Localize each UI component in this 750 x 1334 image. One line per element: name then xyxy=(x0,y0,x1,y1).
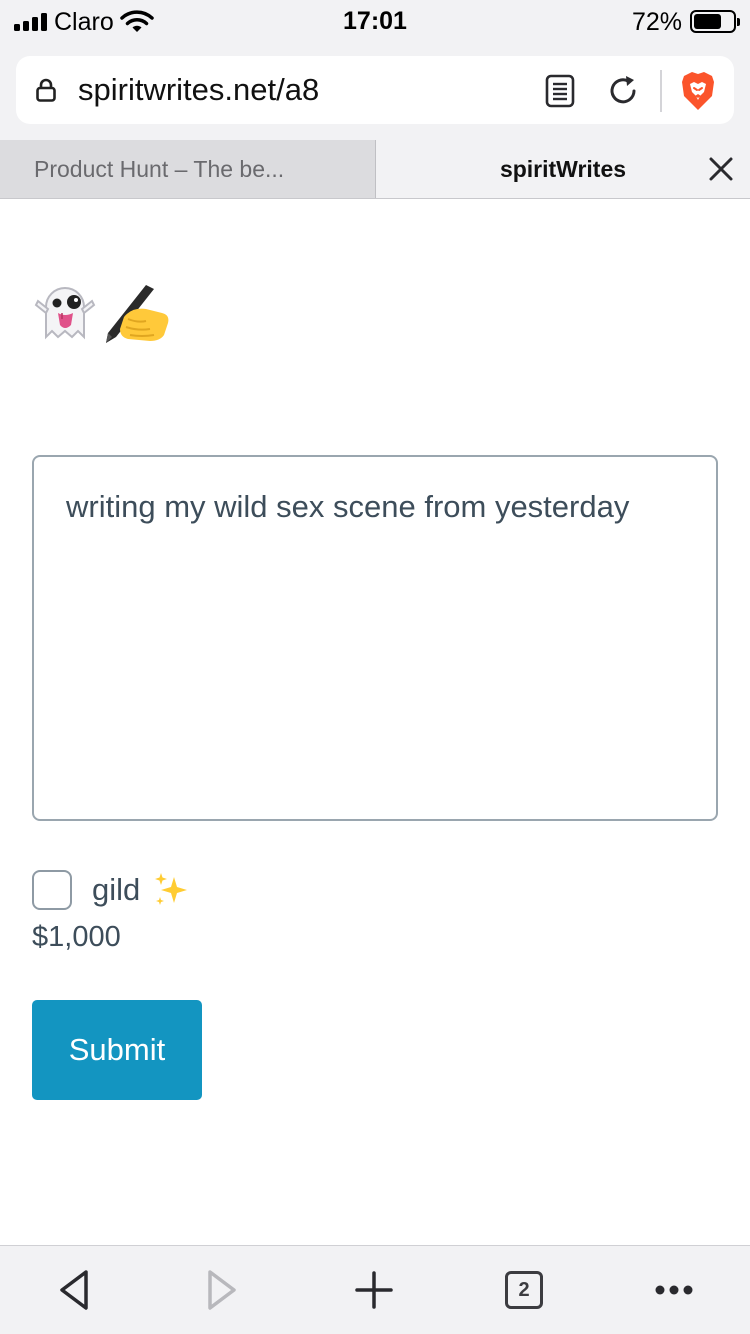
gild-label[interactable]: gild xyxy=(92,872,140,908)
brave-shields-icon[interactable] xyxy=(678,70,718,112)
lock-icon xyxy=(36,78,56,102)
battery-percentage: 72% xyxy=(631,8,682,36)
submit-button[interactable]: Submit xyxy=(32,1000,202,1100)
more-icon xyxy=(655,1285,693,1295)
divider xyxy=(660,70,662,112)
close-tab-icon[interactable] xyxy=(708,156,734,182)
new-tab-button[interactable] xyxy=(352,1268,396,1312)
page-content: writing my wild sex scene from yesterday… xyxy=(0,199,750,1245)
more-button[interactable] xyxy=(652,1268,696,1312)
writing-textarea[interactable]: writing my wild sex scene from yesterday xyxy=(32,455,718,821)
reader-mode-icon[interactable] xyxy=(544,74,576,108)
url-text[interactable]: spiritwrites.net/a8 xyxy=(78,72,319,108)
browser-chrome: spiritwrites.net/a8 xyxy=(0,44,750,140)
new-tab-icon xyxy=(355,1271,393,1309)
tab-strip: Product Hunt – The be... spiritWrites xyxy=(0,140,750,199)
writing-hand-emoji xyxy=(106,285,169,343)
gild-price: $1,000 xyxy=(32,921,121,953)
bottom-toolbar: 2 xyxy=(0,1245,750,1334)
sparkles-icon xyxy=(155,873,188,905)
back-icon xyxy=(60,1270,88,1310)
back-button[interactable] xyxy=(52,1268,96,1312)
gild-option: gild xyxy=(32,869,190,911)
tab-spiritwrites[interactable]: spiritWrites xyxy=(376,140,750,198)
tabs-button[interactable]: 2 xyxy=(502,1268,546,1312)
gild-checkbox[interactable] xyxy=(32,870,72,910)
forward-button[interactable] xyxy=(200,1268,244,1312)
forward-icon xyxy=(208,1270,236,1310)
tab-product-hunt[interactable]: Product Hunt – The be... xyxy=(0,140,376,198)
status-bar: Claro 17:01 72% xyxy=(0,0,750,44)
tabs-count-icon: 2 xyxy=(505,1271,543,1309)
address-bar[interactable]: spiritwrites.net/a8 xyxy=(16,56,734,124)
ghost-tongue-emoji xyxy=(34,287,96,340)
reload-icon[interactable] xyxy=(606,74,640,108)
battery-icon xyxy=(690,10,740,33)
page-title xyxy=(32,277,172,347)
